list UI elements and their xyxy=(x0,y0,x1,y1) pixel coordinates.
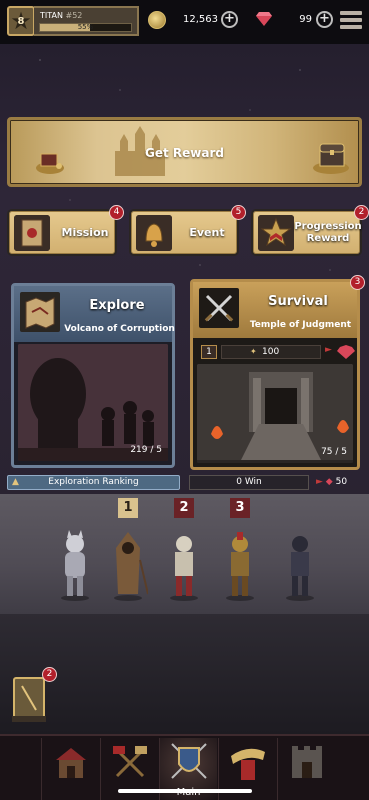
exploration-ranking-label: Exploration Ranking xyxy=(48,477,139,487)
level-number: 8 xyxy=(17,15,25,27)
slot-1-flag[interactable]: 1 xyxy=(118,498,138,518)
survival-power: 100 xyxy=(262,347,280,357)
crossed-swords-icon xyxy=(199,288,239,328)
win-label: 0 Win xyxy=(236,477,262,487)
xp-bar: 55% xyxy=(39,23,132,32)
explore-header: Explore Volcano of Corruption xyxy=(14,286,175,342)
volcano-monster-art xyxy=(18,344,168,461)
explore-artwork: 219 / 5 xyxy=(18,344,168,461)
slot-2-flag[interactable]: 2 xyxy=(174,498,194,518)
mummy-unit[interactable] xyxy=(164,530,204,602)
rogue-unit[interactable] xyxy=(280,530,320,602)
bell-icon xyxy=(136,215,172,251)
spartan-unit[interactable] xyxy=(220,530,260,602)
house-icon xyxy=(56,748,86,778)
survival-header: Survival Temple of Judgment xyxy=(193,282,357,338)
mission-label: Mission xyxy=(61,225,109,239)
level-badge[interactable]: ★ 8 xyxy=(7,6,35,36)
castle-gate-icon xyxy=(292,746,322,778)
explore-card[interactable]: Explore Volcano of Corruption 219 / 5 xyxy=(11,283,175,468)
event-button[interactable]: Event 5 xyxy=(129,205,246,256)
arrow-right-icon: ► xyxy=(325,345,332,355)
rank-star-icon xyxy=(258,215,294,251)
player-panel[interactable]: TITAN #52 55% xyxy=(34,6,139,36)
survival-count-text: 75 / 5 xyxy=(321,447,347,457)
explore-subtitle: Volcano of Corruption xyxy=(64,324,175,334)
event-label: Event xyxy=(189,225,225,239)
explore-count: 219 / 5 xyxy=(130,445,162,455)
mission-badge: 4 xyxy=(109,205,124,220)
mission-scroll-icon xyxy=(14,215,50,251)
home-indicator[interactable] xyxy=(118,789,252,793)
gem-icon: ◆ xyxy=(325,477,333,487)
survival-power-box: ✦ 100 xyxy=(221,345,321,359)
gold-amount: 12,563 xyxy=(183,14,218,25)
win-reward-gems: 50 xyxy=(335,477,348,487)
explore-count-text: 219 / 5 xyxy=(130,445,162,455)
mission-button[interactable]: Mission 4 xyxy=(7,205,124,256)
survival-count: 75 / 5 xyxy=(321,447,347,457)
shield-swords-icon xyxy=(171,743,207,779)
menu-icon[interactable] xyxy=(340,11,362,31)
hammers-icon xyxy=(113,746,147,778)
werewolf-unit[interactable] xyxy=(55,530,95,602)
gold-coin-icon xyxy=(148,11,166,29)
progression-reward-button[interactable]: Progression Reward 2 xyxy=(251,205,369,256)
add-gems-button[interactable]: + xyxy=(316,11,333,28)
explore-title: Explore xyxy=(89,298,145,313)
nav-guild[interactable] xyxy=(277,738,335,800)
map-icon xyxy=(20,292,60,332)
gem-icon xyxy=(256,12,272,26)
get-reward-label: Get Reward xyxy=(145,146,224,160)
survival-tier: 1 xyxy=(201,345,217,359)
progression-reward-badge: 2 xyxy=(354,205,369,220)
gem-amount: 99 xyxy=(299,14,312,25)
top-bar: ★ 8 TITAN #52 55% 12,563 + 99 + xyxy=(0,0,369,44)
gem-reward-icon xyxy=(337,345,355,359)
win-reward: ► ◆ 50 xyxy=(316,477,347,487)
slot-3-flag[interactable]: 3 xyxy=(230,498,250,518)
add-gold-button[interactable]: + xyxy=(221,11,238,28)
hooded-mage-unit[interactable] xyxy=(108,530,148,602)
get-reward-banner[interactable]: Get Reward xyxy=(7,117,362,187)
horn-banner-icon xyxy=(231,748,265,780)
survival-title: Survival xyxy=(268,294,328,309)
nav-home[interactable] xyxy=(41,738,99,800)
progression-reward-label: Progression Reward xyxy=(294,220,362,244)
survival-info-row: 1 ✦ 100 ► xyxy=(199,344,355,360)
treasure-chest-icon xyxy=(313,143,349,174)
power-icon: ✦ xyxy=(250,347,257,356)
event-badge: 5 xyxy=(231,205,246,220)
xp-label: 55% xyxy=(77,23,94,31)
player-name: TITAN xyxy=(40,11,63,20)
survival-badge: 3 xyxy=(350,275,365,290)
win-counter: 0 Win xyxy=(189,475,309,490)
spellbook-badge: 2 xyxy=(42,667,57,682)
survival-subtitle: Temple of Judgment xyxy=(249,320,352,330)
player-generation: #52 xyxy=(65,11,83,20)
survival-artwork: 75 / 5 xyxy=(197,364,353,463)
player-name-row: TITAN #52 xyxy=(40,11,82,20)
survival-card[interactable]: Survival Temple of Judgment 1 ✦ 100 ► 75… xyxy=(190,275,365,470)
exploration-ranking-button[interactable]: ▲ Exploration Ranking xyxy=(7,475,180,490)
arrow-right-icon: ► xyxy=(316,477,323,487)
